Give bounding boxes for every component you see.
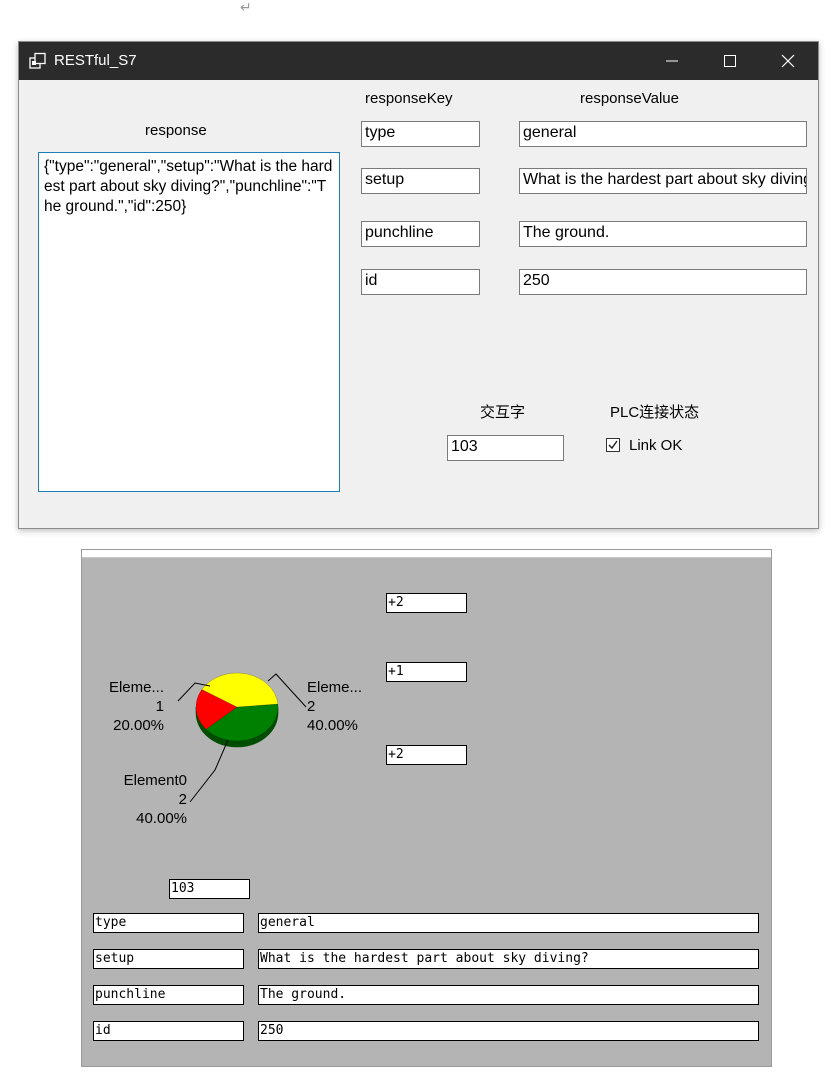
pie-label-slice-2-value: 2 bbox=[307, 698, 316, 715]
close-icon bbox=[781, 54, 795, 68]
hmi-key-field-punchline[interactable]: punchline bbox=[93, 985, 244, 1005]
value-field-type[interactable]: general bbox=[519, 121, 807, 147]
hmi-value-field-id[interactable]: 250 bbox=[258, 1021, 759, 1041]
response-value-header: responseValue bbox=[580, 90, 679, 107]
hmi-key-field-id[interactable]: id bbox=[93, 1021, 244, 1041]
hmi-key-field-setup[interactable]: setup bbox=[93, 949, 244, 969]
close-button[interactable] bbox=[759, 42, 817, 80]
minimize-button[interactable] bbox=[643, 42, 701, 80]
key-field-punchline[interactable]: punchline bbox=[361, 221, 480, 247]
minimize-icon bbox=[666, 60, 678, 62]
value-field-id[interactable]: 250 bbox=[519, 269, 807, 295]
key-field-setup[interactable]: setup bbox=[361, 168, 480, 194]
hmi-value-field-punchline[interactable]: The ground. bbox=[258, 985, 759, 1005]
pie-label-slice-0-name: Element0 bbox=[123, 772, 187, 789]
pie-label-slice-2-name: Eleme... bbox=[307, 679, 363, 696]
app-icon bbox=[29, 52, 46, 69]
maximize-button[interactable] bbox=[701, 42, 759, 80]
title-bar[interactable]: RESTful_S7 bbox=[19, 42, 818, 80]
maximize-icon bbox=[724, 55, 736, 67]
interaction-word-label: 交互字 bbox=[480, 404, 526, 421]
hmi-interaction-word-field[interactable]: 103 bbox=[169, 879, 250, 899]
pie-leader-line-0 bbox=[189, 739, 229, 803]
restful-s7-window: RESTful_S7 response {"type":"general","s… bbox=[18, 41, 819, 529]
hmi-key-field-type[interactable]: type bbox=[93, 913, 244, 933]
hmi-value-field-setup[interactable]: What is the hardest part about sky divin… bbox=[258, 949, 759, 969]
interaction-word-field[interactable]: 103 bbox=[447, 435, 564, 461]
value-field-punchline[interactable]: The ground. bbox=[519, 221, 807, 247]
window-title: RESTful_S7 bbox=[54, 52, 137, 69]
paragraph-return-mark: ↵ bbox=[240, 0, 252, 16]
hmi-panel: Eleme... 1 20.00% Eleme... 2 40.00% Elem… bbox=[81, 549, 772, 1067]
link-ok-checkbox[interactable] bbox=[606, 438, 620, 452]
pie-label-slice-1: Eleme... 1 20.00% bbox=[107, 678, 164, 735]
response-key-header: responseKey bbox=[365, 90, 453, 107]
pie-label-slice-2: Eleme... 2 40.00% bbox=[307, 678, 367, 735]
response-textbox[interactable]: {"type":"general","setup":"What is the h… bbox=[38, 152, 340, 492]
pie-label-slice-2-percent: 40.00% bbox=[307, 717, 358, 734]
io-field-1[interactable]: +2 bbox=[386, 593, 467, 613]
pie-label-slice-0: Element0 2 40.00% bbox=[116, 771, 187, 828]
value-field-setup[interactable]: What is the hardest part about sky divin… bbox=[519, 168, 807, 194]
link-ok-label: Link OK bbox=[629, 437, 683, 454]
key-field-id[interactable]: id bbox=[361, 269, 480, 295]
pie-label-slice-0-value: 2 bbox=[178, 791, 187, 808]
checkmark-icon bbox=[608, 440, 618, 450]
io-field-3[interactable]: +2 bbox=[386, 745, 467, 765]
pie-label-slice-1-percent: 20.00% bbox=[113, 717, 164, 734]
plc-status-label: PLC连接状态 bbox=[610, 404, 700, 421]
pie-label-slice-1-value: 1 bbox=[155, 698, 164, 715]
pie-label-slice-1-name: Eleme... bbox=[108, 679, 164, 696]
response-label: response bbox=[145, 122, 207, 139]
io-field-2[interactable]: +1 bbox=[386, 662, 467, 682]
pie-label-slice-0-percent: 40.00% bbox=[136, 810, 187, 827]
key-field-type[interactable]: type bbox=[361, 121, 480, 147]
hmi-value-field-type[interactable]: general bbox=[258, 913, 759, 933]
